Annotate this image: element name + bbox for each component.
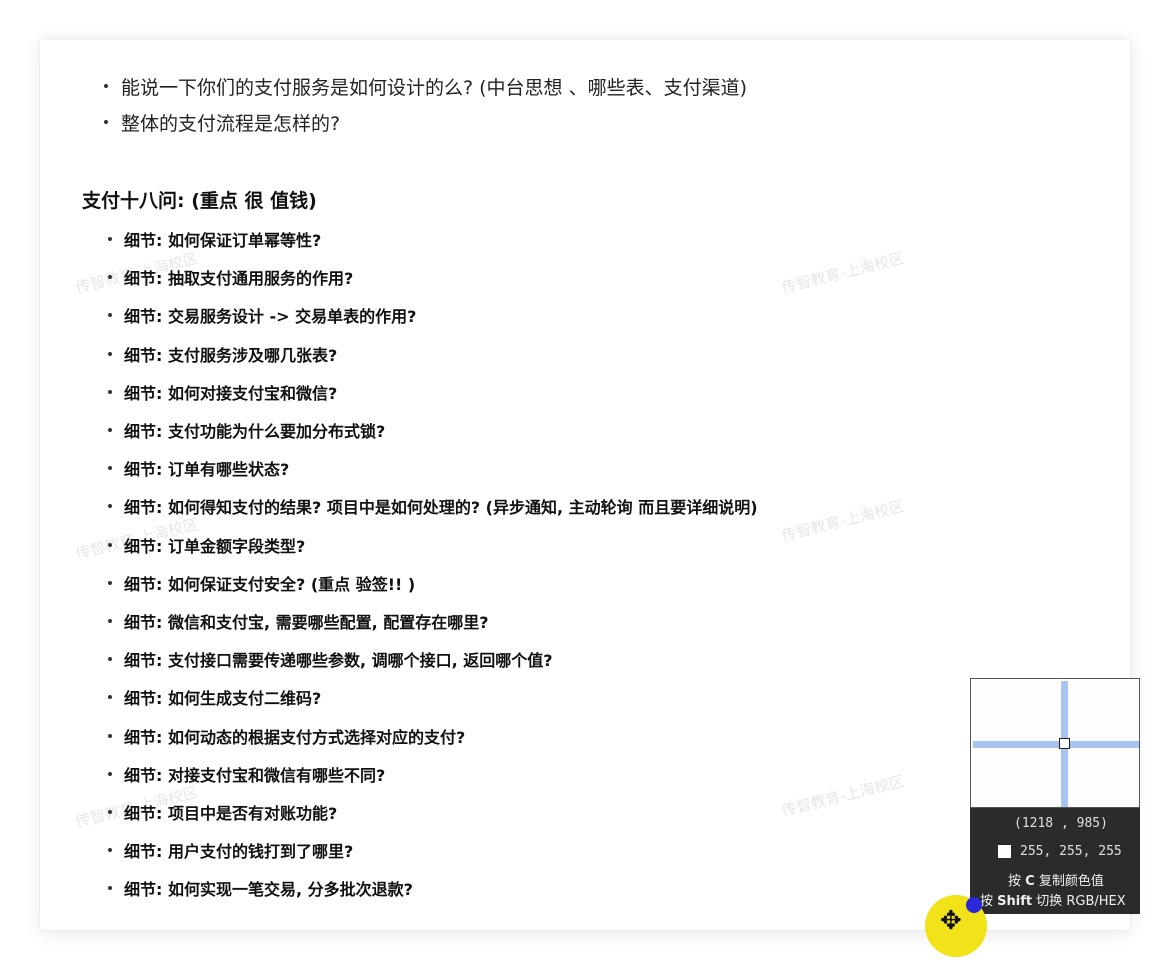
list-item-text: 细节: 对接支付宝和微信有哪些不同? (124, 765, 386, 785)
detail-question-list: 细节: 如何保证订单幂等性? 细节: 抽取支付通用服务的作用? 细节: 交易服务设计… (108, 220, 758, 907)
list-item: 细节: 如何对接支付宝和微信? (108, 373, 758, 411)
color-value: 255, 255, 255 (998, 844, 1122, 859)
bullet-icon (108, 886, 112, 891)
list-item-text: 细节: 交易服务设计 -> 交易单表的作用? (124, 307, 417, 327)
bullet-icon (104, 120, 108, 124)
bullet-icon (108, 275, 112, 280)
list-item: 细节: 订单有哪些状态? (108, 449, 758, 487)
list-item-text: 细节: 如何保证支付安全? (重点 验签!! ) (124, 574, 416, 594)
list-item-text: 能说一下你们的支付服务是如何设计的么? (中台思想 、哪些表、支付渠道) (121, 76, 747, 99)
list-item: 细节: 对接支付宝和微信有哪些不同? (108, 755, 758, 793)
list-item: 整体的支付流程是怎样的? (104, 104, 747, 140)
hint-key: C (1025, 874, 1035, 889)
switch-hint: 按 Shift 切换 RGB/HEX (980, 890, 1126, 909)
bullet-icon (108, 466, 112, 471)
list-item: 细节: 如何得知支付的结果? 项目中是如何处理的? (异步通知, 主动轮询 而且… (108, 487, 758, 525)
list-item-text: 细节: 微信和支付宝, 需要哪些配置, 配置存在哪里? (124, 612, 489, 632)
list-item: 细节: 如何动态的根据支付方式选择对应的支付? (108, 716, 758, 754)
list-item-text: 细节: 如何对接支付宝和微信? (124, 383, 338, 403)
list-item: 细节: 如何保证支付安全? (重点 验签!! ) (108, 564, 758, 602)
crosshair-center (1059, 738, 1070, 749)
list-item: 细节: 用户支付的钱打到了哪里? (108, 831, 758, 869)
list-item-text: 细节: 如何得知支付的结果? 项目中是如何处理的? (异步通知, 主动轮询 而且… (124, 498, 758, 518)
list-item-text: 细节: 订单有哪些状态? (124, 460, 290, 480)
bullet-icon (108, 733, 112, 738)
list-item-text: 细节: 项目中是否有对账功能? (124, 803, 338, 823)
bullet-icon (108, 351, 112, 356)
list-item: 细节: 如何保证订单幂等性? (108, 220, 758, 258)
section-heading: 支付十八问: (重点 很 值钱) (82, 190, 317, 212)
hint-key: Shift (997, 894, 1033, 909)
move-cursor-icon: ✥ (940, 906, 962, 936)
hint-text: 复制颜色值 (1034, 874, 1104, 889)
bullet-icon (108, 695, 112, 700)
bullet-icon (108, 848, 112, 853)
list-item: 细节: 抽取支付通用服务的作用? (108, 258, 758, 296)
bullet-icon (108, 389, 112, 394)
list-item-text: 细节: 如何实现一笔交易, 分多批次退款? (124, 880, 413, 900)
rgb-value: 255, 255, 255 (1020, 844, 1122, 859)
cursor-coordinates: (1218 , 985) (1014, 816, 1108, 831)
watermark: 传智教育-上海校区 (779, 249, 906, 297)
list-item-text: 细节: 用户支付的钱打到了哪里? (124, 842, 354, 862)
bullet-icon (108, 428, 112, 433)
intro-question-list: 能说一下你们的支付服务是如何设计的么? (中台思想 、哪些表、支付渠道) 整体的… (104, 68, 747, 140)
list-item: 细节: 交易服务设计 -> 交易单表的作用? (108, 296, 758, 334)
list-item-text: 细节: 支付接口需要传递哪些参数, 调哪个接口, 返回哪个值? (124, 651, 553, 671)
watermark: 传智教育-上海校区 (779, 497, 906, 545)
bullet-icon (108, 542, 112, 547)
list-item-text: 细节: 支付功能为什么要加分布式锁? (124, 422, 386, 442)
watermark: 传智教育-上海校区 (779, 772, 906, 820)
hint-text: 按 (980, 894, 998, 909)
list-item: 细节: 如何生成支付二维码? (108, 678, 758, 716)
list-item-text: 细节: 如何动态的根据支付方式选择对应的支付? (124, 727, 466, 747)
list-item: 细节: 支付服务涉及哪几张表? (108, 335, 758, 373)
list-item-text: 细节: 支付服务涉及哪几张表? (124, 345, 338, 365)
hint-text: 切换 RGB/HEX (1032, 894, 1126, 909)
bullet-icon (108, 237, 112, 242)
bullet-icon (108, 618, 112, 623)
list-item: 细节: 订单金额字段类型? (108, 526, 758, 564)
copy-hint: 按 C 复制颜色值 (1008, 870, 1104, 889)
list-item: 细节: 如何实现一笔交易, 分多批次退款? (108, 869, 758, 907)
magnifier-view (970, 678, 1140, 808)
list-item: 细节: 微信和支付宝, 需要哪些配置, 配置存在哪里? (108, 602, 758, 640)
bullet-icon (108, 809, 112, 814)
bullet-icon (104, 84, 108, 88)
list-item-text: 整体的支付流程是怎样的? (121, 112, 341, 135)
cursor-dot (966, 897, 982, 913)
list-item-text: 细节: 抽取支付通用服务的作用? (124, 269, 354, 289)
list-item-text: 细节: 如何保证订单幂等性? (124, 231, 322, 251)
color-swatch (998, 845, 1011, 858)
picker-info-panel: (1218 , 985) 255, 255, 255 按 C 复制颜色值 按 S… (970, 808, 1140, 914)
color-picker-magnifier: (1218 , 985) 255, 255, 255 按 C 复制颜色值 按 S… (970, 678, 1140, 914)
bullet-icon (108, 657, 112, 662)
list-item: 能说一下你们的支付服务是如何设计的么? (中台思想 、哪些表、支付渠道) (104, 68, 747, 104)
list-item: 细节: 支付接口需要传递哪些参数, 调哪个接口, 返回哪个值? (108, 640, 758, 678)
bullet-icon (108, 771, 112, 776)
hint-text: 按 (1008, 874, 1026, 889)
bullet-icon (108, 580, 112, 585)
bullet-icon (108, 504, 112, 509)
list-item: 细节: 项目中是否有对账功能? (108, 793, 758, 831)
list-item-text: 细节: 如何生成支付二维码? (124, 689, 322, 709)
crosshair-horizontal (973, 741, 1139, 748)
list-item: 细节: 支付功能为什么要加分布式锁? (108, 411, 758, 449)
list-item-text: 细节: 订单金额字段类型? (124, 536, 306, 556)
document-page: 传智教育-上海校区 传智教育-上海校区 传智教育-上海校区 传智教育-上海校区 … (40, 40, 1130, 930)
bullet-icon (108, 313, 112, 318)
